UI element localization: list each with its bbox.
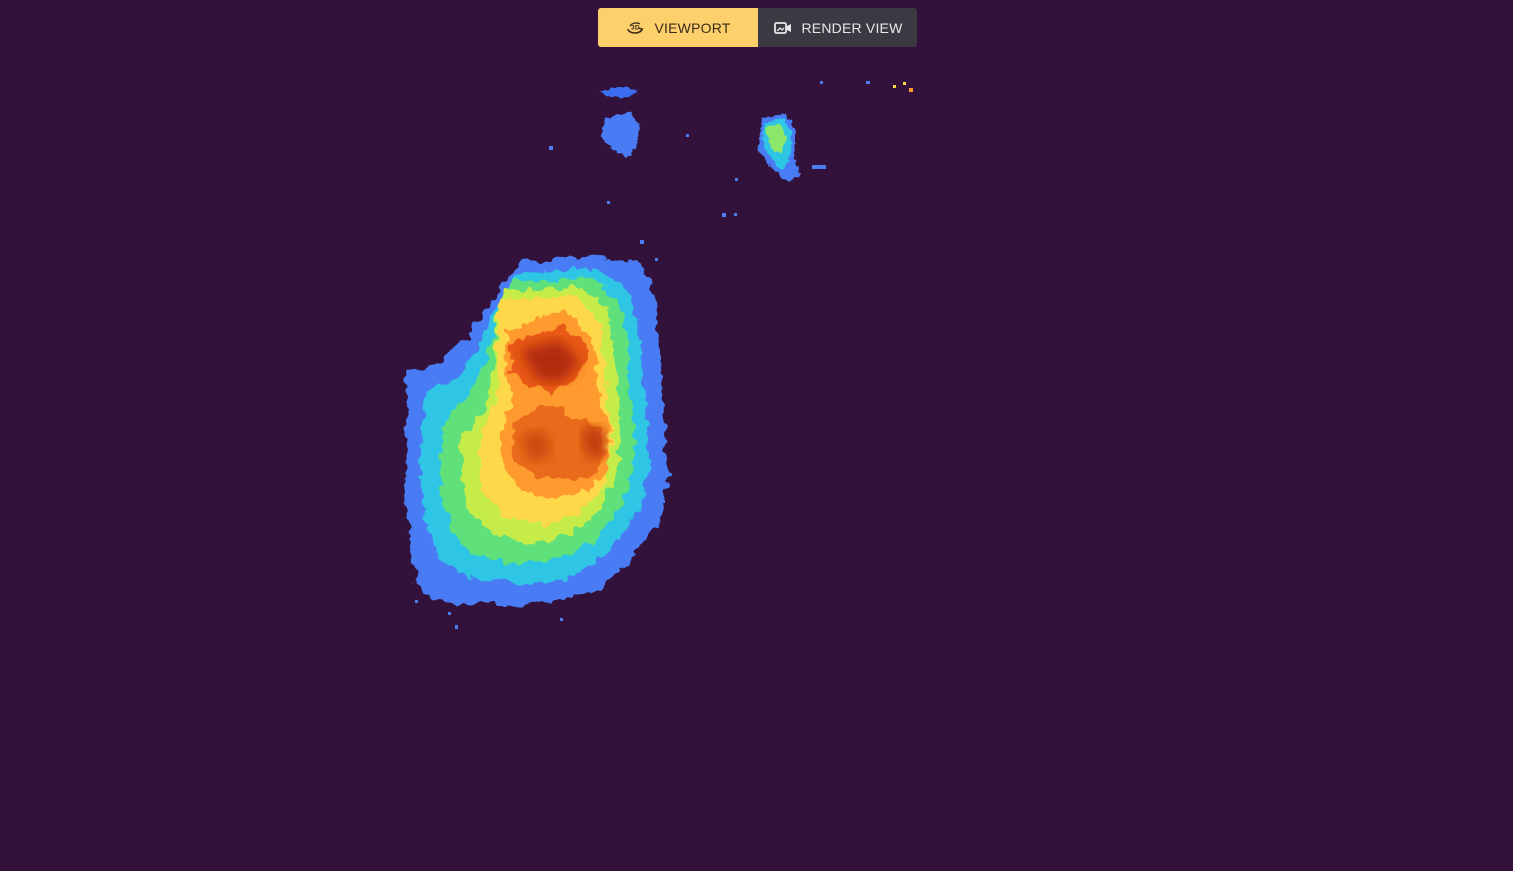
3d-rotate-icon: 3D xyxy=(625,18,645,38)
camera-render-icon xyxy=(773,18,793,38)
viewport-button[interactable]: 3D VIEWPORT xyxy=(598,8,758,47)
heatmap-fragment-right xyxy=(722,81,913,217)
view-mode-toggle: 3D VIEWPORT RENDER VIEW xyxy=(598,8,917,47)
depth-render xyxy=(405,81,913,629)
svg-text:3D: 3D xyxy=(631,24,640,31)
app-root: 3D VIEWPORT RENDER VIEW xyxy=(0,0,1513,871)
heatmap-main-blob xyxy=(405,255,668,605)
heatmap-fragment-left xyxy=(549,86,689,204)
render-view-button[interactable]: RENDER VIEW xyxy=(758,8,917,47)
viewport-label: VIEWPORT xyxy=(654,19,731,36)
render-view-label: RENDER VIEW xyxy=(801,19,903,36)
viewport-canvas[interactable] xyxy=(0,55,1513,871)
